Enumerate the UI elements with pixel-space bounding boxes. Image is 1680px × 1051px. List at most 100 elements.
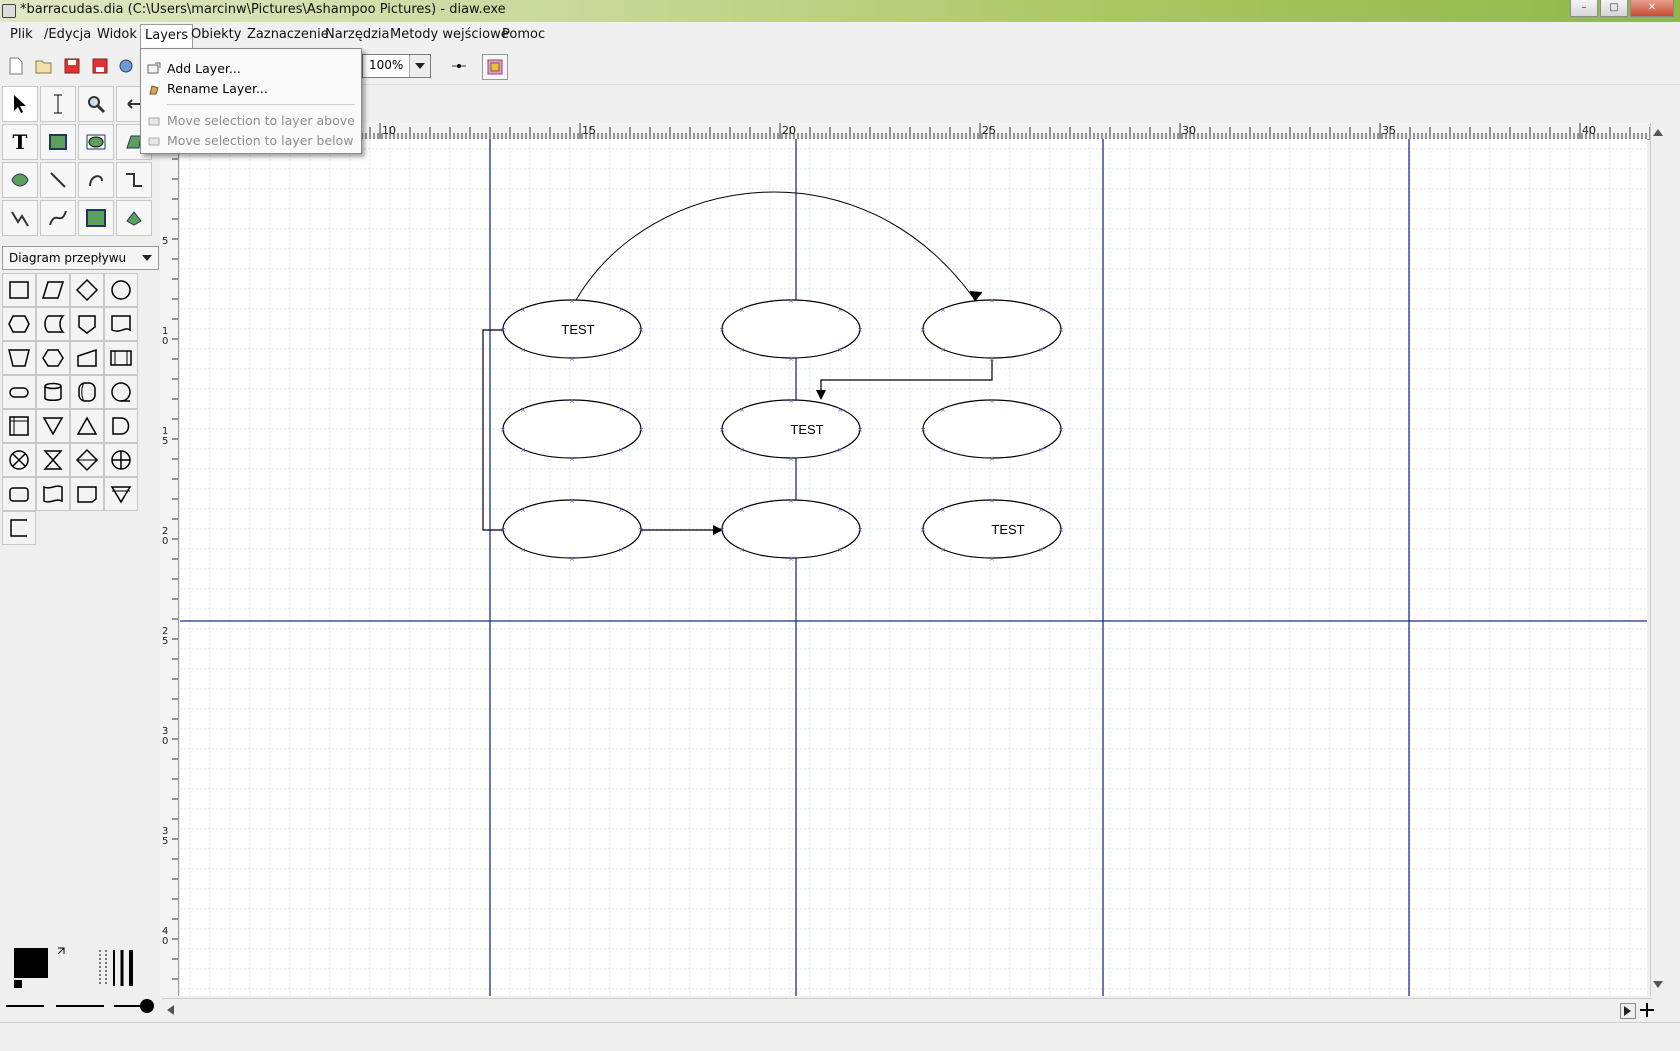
image-tool-icon[interactable]	[78, 200, 114, 236]
ellipse-shape[interactable]: × × × × × × × × TEST	[500, 297, 644, 363]
text-tool-icon[interactable]: T	[2, 124, 38, 160]
pointer-tool-icon[interactable]	[2, 86, 38, 122]
diagram-svg[interactable]: × ×××× ×× ×TEST × ×××× ×× ×× ×××× ×× ×× ×××× ×× ×× ×××…	[180, 139, 1647, 996]
default-colors-icon[interactable]	[14, 980, 22, 988]
menu-narzedzia[interactable]: Narzędzia	[325, 27, 390, 42]
snap-to-grid-icon[interactable]	[449, 56, 469, 76]
beziergon-tool-icon[interactable]	[2, 162, 38, 198]
process-shape-icon[interactable]	[2, 273, 36, 307]
ellipses[interactable]: × ×××× ×× ×TEST × ×××× ×× ×× ×××× ×× ×× ×××× ×× ×× ×××…	[500, 297, 1064, 563]
connector-shape-icon[interactable]	[104, 273, 138, 307]
decision-shape-icon[interactable]	[70, 273, 104, 307]
preparation-shape-icon[interactable]	[2, 307, 36, 341]
save-icon[interactable]	[62, 56, 82, 76]
box-tool-icon[interactable]	[40, 124, 76, 160]
menu-zaznaczenie[interactable]: Zaznaczenie	[247, 27, 329, 42]
close-button[interactable]: ✕	[1630, 0, 1674, 17]
save-as-icon[interactable]	[90, 56, 110, 76]
line-tool-icon[interactable]	[40, 162, 76, 198]
predefined-process-shape-icon[interactable]	[104, 341, 138, 375]
maximize-button[interactable]: □	[1600, 0, 1628, 17]
swap-colors-icon[interactable]	[56, 946, 68, 961]
connection-point-icon: ×	[837, 506, 843, 514]
line-end-style-icon[interactable]	[112, 998, 156, 1017]
manual-operation-shape-icon[interactable]	[2, 341, 36, 375]
internal-storage-shape-icon[interactable]	[2, 409, 36, 443]
line-style-icon[interactable]	[54, 1000, 106, 1015]
menu-widok[interactable]: Widok	[97, 27, 137, 42]
database-shape-icon[interactable]	[36, 375, 70, 409]
menu-pomoc[interactable]: Pomoc	[502, 27, 545, 42]
move-layer-above-item[interactable]: Move selection to layer above	[141, 111, 361, 131]
punched-tape-shape-icon[interactable]	[36, 477, 70, 511]
menu-metody-wejsciowe[interactable]: Metody wejściowe	[390, 27, 509, 42]
or-shape-icon[interactable]	[104, 443, 138, 477]
stored-data-shape-icon[interactable]	[36, 307, 70, 341]
snap-to-objects-icon[interactable]	[482, 54, 508, 80]
ellipse-shape[interactable]: × × × × × × × ×	[500, 497, 644, 563]
vertical-scrollbar[interactable]	[1650, 123, 1665, 996]
bezierline-tool-icon[interactable]	[40, 200, 76, 236]
text-edit-tool-icon[interactable]	[40, 86, 76, 122]
menu-obiekty[interactable]: Obiekty	[191, 27, 241, 42]
new-file-icon[interactable]	[6, 56, 26, 76]
sheet-selector[interactable]: Diagram przepływu	[2, 246, 159, 270]
elbow-connector[interactable]	[820, 360, 993, 397]
arc-tool-icon[interactable]	[78, 162, 114, 198]
menu-edycja[interactable]: /Edycja	[44, 27, 91, 42]
annotation-shape-icon[interactable]	[2, 511, 36, 545]
line-start-style-icon[interactable]	[4, 1000, 46, 1015]
outline-tool-icon[interactable]	[116, 200, 152, 236]
sequential-data-shape-icon[interactable]	[104, 375, 138, 409]
manual-input-shape-icon[interactable]	[70, 341, 104, 375]
scroll-right-icon[interactable]	[1620, 1003, 1636, 1019]
hexagon-shape-icon[interactable]	[36, 341, 70, 375]
summing-junction-shape-icon[interactable]	[2, 443, 36, 477]
ellipse-shape[interactable]: × × × × × × × ×	[719, 297, 863, 363]
chevron-down-icon[interactable]	[138, 249, 156, 267]
data-shape-icon[interactable]	[36, 273, 70, 307]
navigation-icon[interactable]	[1640, 1003, 1654, 1020]
zoom-select[interactable]: 100%	[362, 54, 431, 78]
ellipse-shape[interactable]: × × × × × × × × TEST	[920, 497, 1064, 563]
diagram-canvas[interactable]: × × × × × × × × TEST × × × × × × × × × × × × × × × × × × × × × × × × × × × ×…	[180, 139, 1647, 996]
offline-storage-shape-icon[interactable]	[70, 477, 104, 511]
export-icon[interactable]	[116, 56, 136, 76]
horizontal-scrollbar[interactable]	[162, 998, 1654, 1020]
display-shape-icon[interactable]	[2, 477, 36, 511]
ellipse-shape[interactable]: × × × × × × × ×	[500, 397, 644, 463]
terminal-shape-icon[interactable]	[2, 375, 36, 409]
ellipse-tool-icon[interactable]	[78, 124, 114, 160]
zigzag-tool-icon[interactable]	[116, 162, 152, 198]
zoom-tool-icon[interactable]	[78, 86, 114, 122]
move-layer-below-item[interactable]: Move selection to layer below	[141, 131, 361, 151]
sort-shape-icon[interactable]	[70, 443, 104, 477]
open-file-icon[interactable]	[34, 56, 54, 76]
ellipse-shape[interactable]: × × × × × × × × TEST	[719, 397, 863, 463]
ellipse-shape[interactable]: × × × × × × × ×	[719, 497, 863, 563]
merge-shape-icon[interactable]	[36, 409, 70, 443]
arc-connector[interactable]	[575, 191, 976, 301]
transport-shape-icon[interactable]	[104, 477, 138, 511]
off-page-shape-icon[interactable]	[70, 307, 104, 341]
menu-plik[interactable]: Plik	[10, 27, 33, 42]
chevron-down-icon[interactable]	[409, 55, 430, 77]
connectors[interactable]	[482, 191, 993, 535]
scroll-down-icon[interactable]	[1653, 978, 1663, 992]
scroll-left-icon[interactable]	[166, 1004, 174, 1018]
foreground-color-swatch[interactable]	[14, 948, 48, 978]
ellipse-shape[interactable]: × × × × × × × ×	[920, 297, 1064, 363]
menu-layers[interactable]: Layers	[140, 24, 194, 48]
scroll-up-icon[interactable]	[1653, 125, 1663, 139]
polyline-tool-icon[interactable]	[2, 200, 38, 236]
ellipse-shape[interactable]: × × × × × × × ×	[920, 397, 1064, 463]
rename-layer-item[interactable]: Rename Layer...	[141, 79, 361, 99]
collate-shape-icon[interactable]	[36, 443, 70, 477]
minimize-button[interactable]: –	[1570, 0, 1598, 17]
direct-data-shape-icon[interactable]	[70, 375, 104, 409]
add-layer-item[interactable]: Add Layer...	[141, 59, 361, 79]
document-shape-icon[interactable]	[104, 307, 138, 341]
line-width-icon[interactable]	[96, 948, 138, 991]
delay-shape-icon[interactable]	[104, 409, 138, 443]
extract-shape-icon[interactable]	[70, 409, 104, 443]
